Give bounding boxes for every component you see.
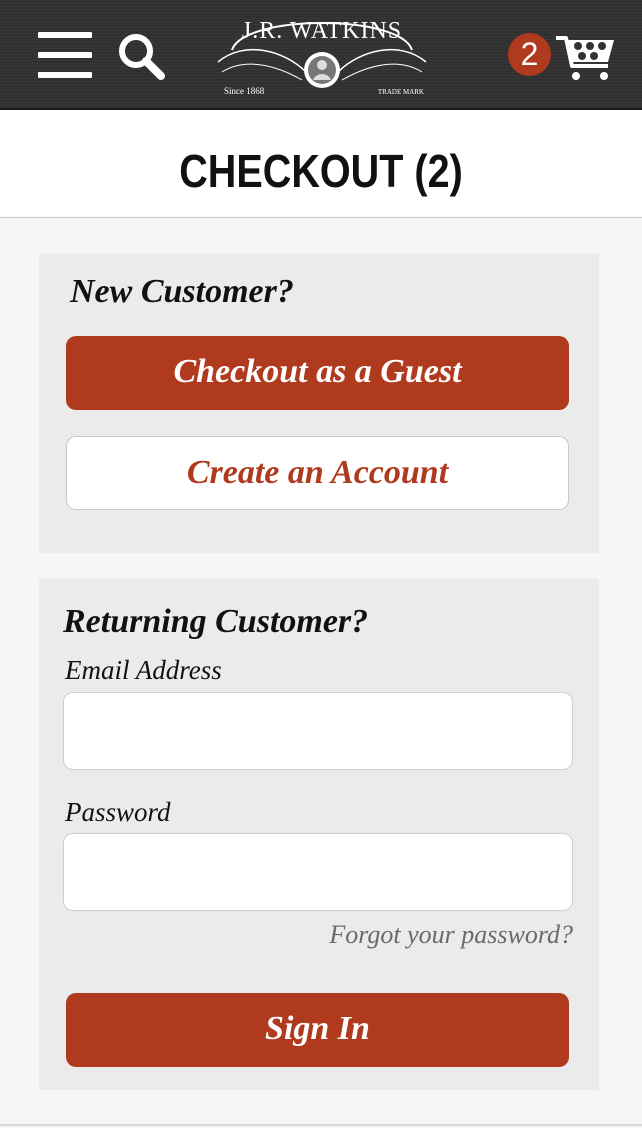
cart-count-badge[interactable]: 2 [508,33,551,76]
search-icon [119,34,165,80]
logo-name: J.R. WATKINS [241,18,403,44]
returning-customer-heading: Returning Customer? [63,603,369,640]
cart-button[interactable] [554,34,618,82]
new-customer-heading: New Customer? [70,273,294,310]
title-bar: CHECKOUT (2) [0,110,642,218]
top-header: J.R. WATKINS Since 1868 TRADE MARK 2 [0,0,642,110]
password-label: Password [65,797,171,827]
email-field[interactable] [63,692,573,770]
bottom-divider [0,1124,642,1126]
email-label: Email Address [65,655,222,685]
forgot-password-link[interactable]: Forgot your password? [329,920,573,950]
search-button[interactable] [116,32,168,82]
logo-since: Since 1868 [224,86,265,96]
menu-button[interactable] [38,32,94,80]
shopping-cart-icon [556,36,614,80]
checkout-as-guest-button[interactable]: Checkout as a Guest [66,336,569,410]
jr-watkins-logo[interactable]: J.R. WATKINS Since 1868 TRADE MARK [214,10,430,100]
password-field[interactable] [63,833,573,911]
logo-trademark: TRADE MARK [377,88,424,96]
returning-customer-panel: Returning Customer? Email Address Passwo… [39,579,599,1090]
page-title: CHECKOUT (2) [179,145,463,197]
sign-in-button[interactable]: Sign In [66,993,569,1067]
new-customer-panel: New Customer? Checkout as a Guest Create… [39,253,599,553]
hamburger-menu-icon [38,32,92,38]
create-account-button[interactable]: Create an Account [66,436,569,510]
